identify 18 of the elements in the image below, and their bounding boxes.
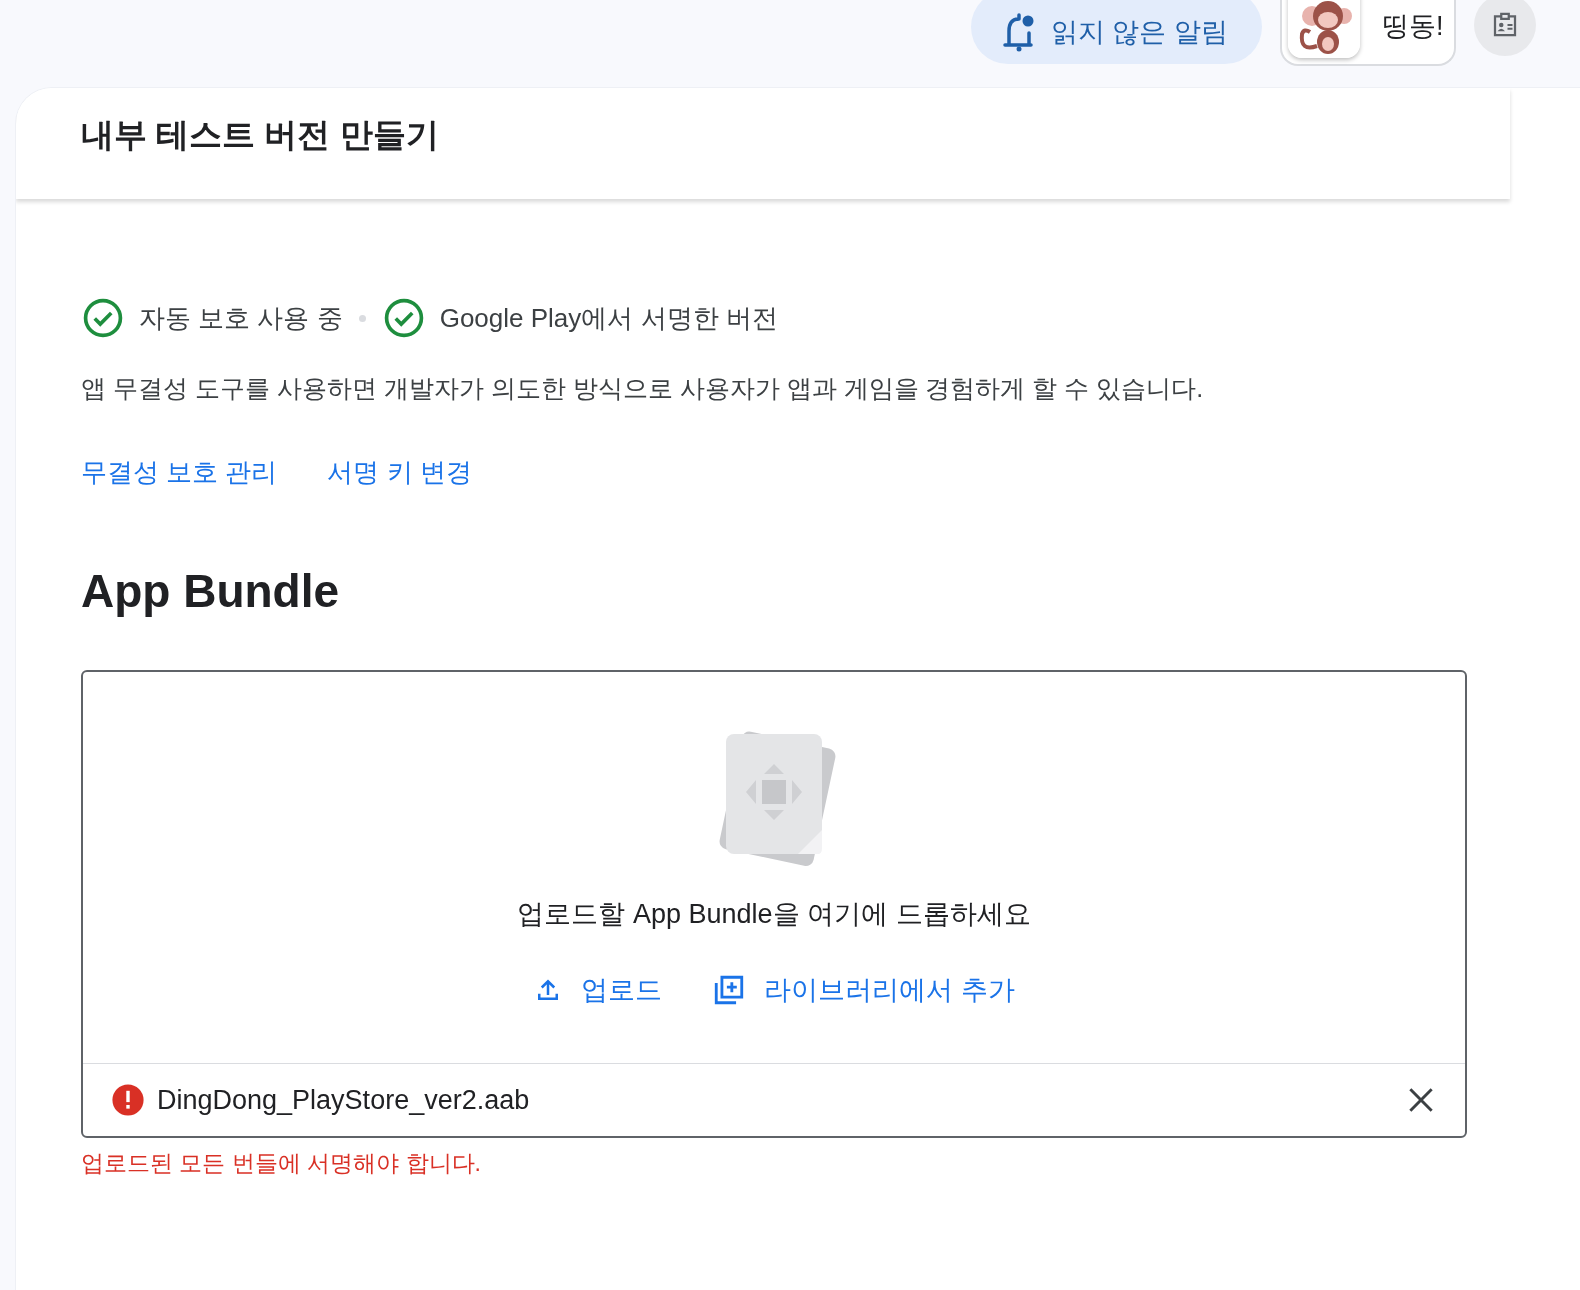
separator-dot	[358, 314, 366, 322]
drop-prompt: 업로드할 App Bundle을 여기에 드롭하세요	[517, 898, 1031, 931]
upload-button[interactable]: 업로드	[533, 972, 663, 1008]
section-heading: App Bundle	[81, 564, 341, 618]
account-card[interactable]: 띵동!	[1280, 0, 1456, 66]
add-from-library-button[interactable]: 라이브러리에서 추가	[712, 972, 1015, 1008]
page-title: 내부 테스트 버전 만들기	[81, 115, 439, 155]
notifications-button[interactable]: 읽지 않은 알림	[971, 0, 1262, 64]
error-message: 업로드된 모든 번들에 서명해야 합니다.	[81, 1149, 482, 1178]
dropzone[interactable]: 업로드할 App Bundle을 여기에 드롭하세요 업로드 라이브러리에서 추가 DingDong_PlayStore_ver2.aab	[81, 670, 1467, 1138]
status-label: Google Play에서 서명한 버전	[439, 301, 778, 335]
status-label: 자동 보호 사용 중	[139, 301, 343, 335]
link[interactable]: 서명 키 변경	[327, 455, 472, 490]
link[interactable]: 무결성 보호 관리	[81, 455, 278, 490]
description-text: 앱 무결성 도구를 사용하면 개발자가 의도한 방식으로 사용자가 앱과 게임을 경험하게 할 수 있습니다.	[81, 373, 1205, 404]
account-name: 띵동!	[1382, 10, 1444, 43]
file-name: DingDong_PlayStore_ver2.aab	[157, 1084, 531, 1116]
account-id-button[interactable]	[1474, 0, 1536, 56]
